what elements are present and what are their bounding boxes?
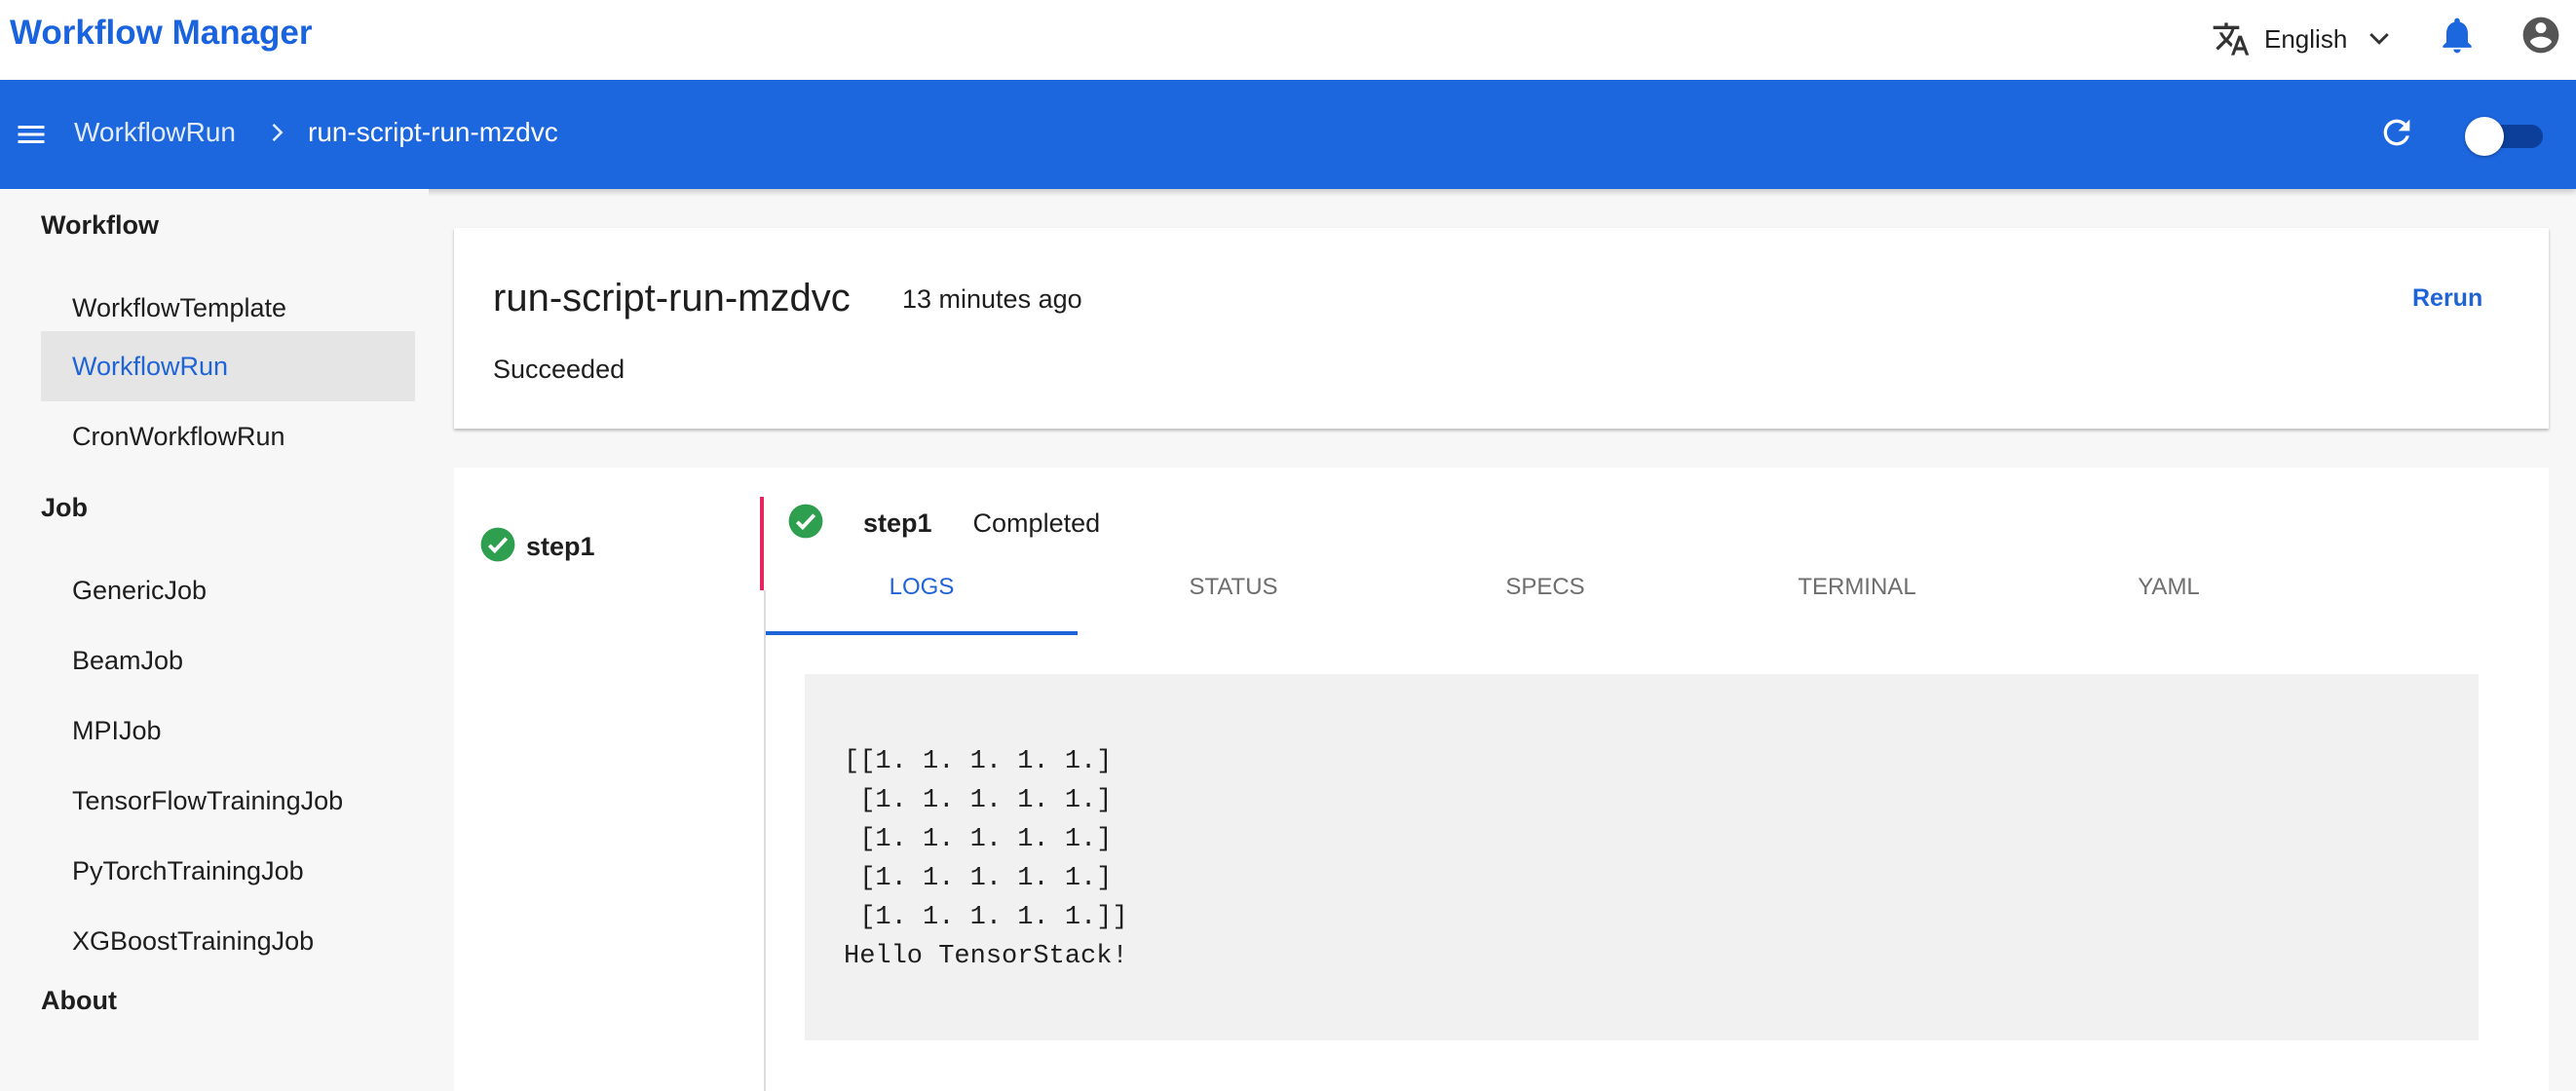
sidebar-item-genericjob[interactable]: GenericJob <box>41 555 415 625</box>
sidebar-item-tensorflowtrainingjob[interactable]: TensorFlowTrainingJob <box>41 766 415 836</box>
toggle-knob[interactable] <box>2465 117 2504 156</box>
language-selector[interactable]: English <box>2212 12 2394 66</box>
top-header: Workflow Manager English <box>0 0 2576 80</box>
sidebar-group-workflow: Workflow <box>41 210 159 240</box>
tab-terminal[interactable]: TERMINAL <box>1701 561 2013 616</box>
sidebar-group-job: Job <box>41 493 89 522</box>
chevron-right-icon <box>263 119 290 151</box>
run-name: run-script-run-mzdvc <box>493 277 851 320</box>
breadcrumb-current: run-script-run-mzdvc <box>308 117 558 147</box>
step-header: step1 Completed <box>787 503 1100 545</box>
sidebar-item-workflowrun[interactable]: WorkflowRun <box>41 331 415 401</box>
active-step-indicator <box>760 497 764 590</box>
log-output[interactable]: [[1. 1. 1. 1. 1.] [1. 1. 1. 1. 1.] [1. 1… <box>805 674 2479 1040</box>
step-list-item[interactable]: step1 <box>479 526 595 568</box>
sidebar-item-cronworkflowrun[interactable]: CronWorkflowRun <box>41 401 415 471</box>
translate-icon <box>2212 19 2251 58</box>
run-status: Succeeded <box>493 355 625 384</box>
chevron-down-icon <box>2365 24 2394 54</box>
tab-status[interactable]: STATUS <box>1078 561 1389 616</box>
breadcrumb-parent[interactable]: WorkflowRun <box>74 117 236 148</box>
step-name: step1 <box>863 508 932 538</box>
menu-icon[interactable] <box>14 117 49 157</box>
sidebar-group-about[interactable]: About <box>41 986 117 1016</box>
tab-logs[interactable]: LOGS <box>766 561 1078 616</box>
language-label: English <box>2264 23 2348 54</box>
tab-specs[interactable]: SPECS <box>1389 561 1701 616</box>
sidebar-item-xgboosttrainingjob[interactable]: XGBoostTrainingJob <box>41 906 415 976</box>
sidebar-item-mpijob[interactable]: MPIJob <box>41 696 415 766</box>
theme-toggle[interactable] <box>2465 115 2543 156</box>
check-circle-icon <box>479 526 516 568</box>
run-summary-card: run-script-run-mzdvc 13 minutes ago Succ… <box>454 228 2549 429</box>
navigation-bar: WorkflowRun run-script-run-mzdvc <box>0 80 2576 189</box>
check-circle-icon <box>787 503 824 545</box>
sidebar-item-beamjob[interactable]: BeamJob <box>41 625 415 696</box>
run-time: 13 minutes ago <box>902 284 1082 314</box>
sidebar-item-pytorchtrainingjob[interactable]: PyTorchTrainingJob <box>41 836 415 906</box>
panel-divider <box>764 590 766 1091</box>
rerun-button[interactable]: Rerun <box>2412 284 2482 313</box>
refresh-icon[interactable] <box>2377 113 2416 157</box>
step-details-card: step1 step1 Completed LOGS STATUS SPECS … <box>454 468 2549 1091</box>
app-title[interactable]: Workflow Manager <box>10 14 313 53</box>
step-status: Completed <box>972 508 1101 538</box>
bell-icon[interactable] <box>2436 14 2479 61</box>
step-list-label: step1 <box>526 532 595 561</box>
account-circle-icon[interactable] <box>2519 14 2562 61</box>
sidebar: Workflow WorkflowTemplate WorkflowRun Cr… <box>0 189 429 1091</box>
tab-yaml[interactable]: YAML <box>2013 561 2325 616</box>
log-text: [[1. 1. 1. 1. 1.] [1. 1. 1. 1. 1.] [1. 1… <box>844 747 1128 971</box>
step-tabs: LOGS STATUS SPECS TERMINAL YAML <box>766 561 2325 616</box>
tab-indicator <box>766 631 1078 635</box>
